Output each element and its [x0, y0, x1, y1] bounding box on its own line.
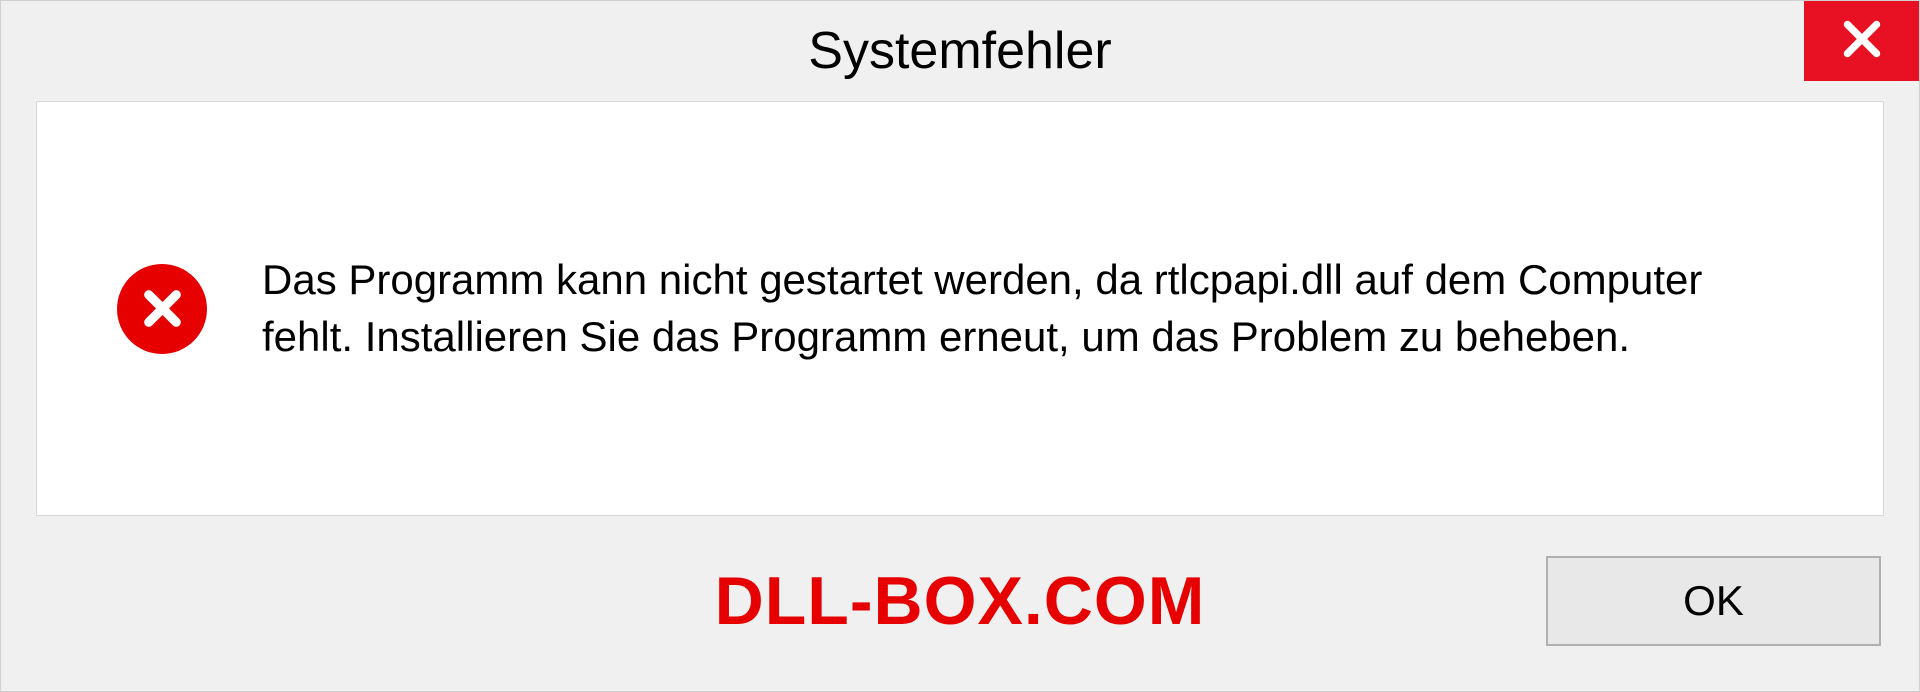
content-area: Das Programm kann nicht gestartet werden…	[36, 101, 1884, 516]
close-icon	[1837, 14, 1887, 69]
close-button[interactable]	[1804, 1, 1919, 81]
ok-button[interactable]: OK	[1546, 556, 1881, 646]
error-dialog: Systemfehler Das Programm kann nicht ges…	[0, 0, 1920, 692]
title-bar: Systemfehler	[1, 1, 1919, 101]
footer-bar: DLL-BOX.COM OK	[1, 541, 1919, 691]
dialog-title: Systemfehler	[808, 21, 1111, 81]
error-message: Das Programm kann nicht gestartet werden…	[262, 252, 1803, 365]
error-icon	[117, 264, 207, 354]
watermark-text: DLL-BOX.COM	[715, 562, 1206, 640]
